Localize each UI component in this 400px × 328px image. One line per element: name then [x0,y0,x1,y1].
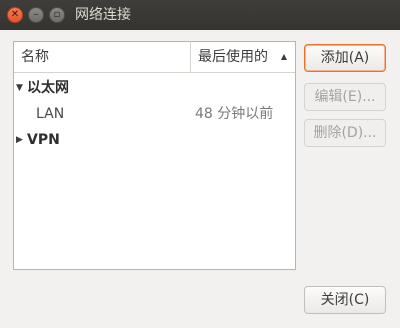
sort-ascending-icon: ▲ [280,52,287,61]
close-window-icon[interactable]: ✕ [7,7,23,23]
add-button[interactable]: 添加(A) [304,44,386,72]
collapsed-arrow-icon[interactable]: ▶ [16,127,23,153]
title-bar[interactable]: ✕ – ▫ 网络连接 [0,0,400,30]
network-connections-window: ✕ – ▫ 网络连接 名称 最后使用的 ▲ ▼ 以太网 LAN 48 分钟以前 … [0,0,400,328]
group-row-vpn[interactable]: ▶ VPN [14,127,295,153]
connection-last-used: 48 分钟以前 [195,106,274,122]
maximize-window-icon[interactable]: ▫ [49,7,65,23]
group-row-ethernet[interactable]: ▼ 以太网 [14,75,295,101]
column-header-name[interactable]: 名称 [14,42,191,72]
connection-row-lan[interactable]: LAN 48 分钟以前 [14,101,295,127]
list-header: 名称 最后使用的 ▲ [14,42,295,73]
delete-button[interactable]: 删除(D)... [304,119,386,147]
edit-button[interactable]: 编辑(E)... [304,83,386,111]
column-header-last-used-label: 最后使用的 [198,49,268,65]
connection-name: LAN [36,106,65,122]
minimize-window-icon[interactable]: – [28,7,44,23]
expanded-arrow-icon[interactable]: ▼ [16,75,23,101]
connections-list[interactable]: 名称 最后使用的 ▲ ▼ 以太网 LAN 48 分钟以前 ▶ VPN [13,41,296,270]
close-button[interactable]: 关闭(C) [304,286,386,314]
column-header-last-used[interactable]: 最后使用的 ▲ [191,42,295,72]
group-label: 以太网 [27,80,69,96]
group-label: VPN [27,132,60,148]
window-title: 网络连接 [75,7,131,23]
